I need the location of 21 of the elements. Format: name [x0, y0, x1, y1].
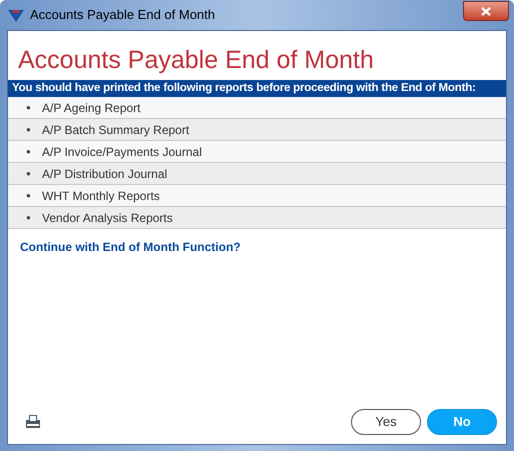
report-name: Vendor Analysis Reports [42, 210, 173, 226]
confirmation-question: Continue with End of Month Function? [19, 239, 242, 256]
report-name: A/P Distribution Journal [42, 166, 168, 182]
report-name: WHT Monthly Reports [42, 188, 160, 204]
report-name: A/P Batch Summary Report [42, 122, 190, 138]
close-icon [481, 6, 491, 16]
dialog-heading: Accounts Payable End of Month [17, 45, 375, 76]
report-name: A/P Ageing Report [42, 100, 141, 116]
bullet: ● [25, 146, 32, 158]
bullet: ● [25, 212, 32, 224]
instruction-banner: You should have printed the following reports before proceeding with the End of Month: [8, 80, 506, 97]
bullet: ● [25, 102, 32, 114]
window-title: Accounts Payable End of Month [30, 6, 216, 24]
report-name: A/P Invoice/Payments Journal [42, 144, 202, 160]
bullet: ● [25, 168, 32, 180]
bullet: ● [25, 190, 32, 202]
bullet: ● [25, 124, 32, 136]
app-logo-icon [8, 8, 24, 22]
close-button[interactable] [463, 1, 509, 21]
dialog-button[interactable]: Yes [351, 409, 421, 435]
printer-icon[interactable] [25, 414, 41, 430]
